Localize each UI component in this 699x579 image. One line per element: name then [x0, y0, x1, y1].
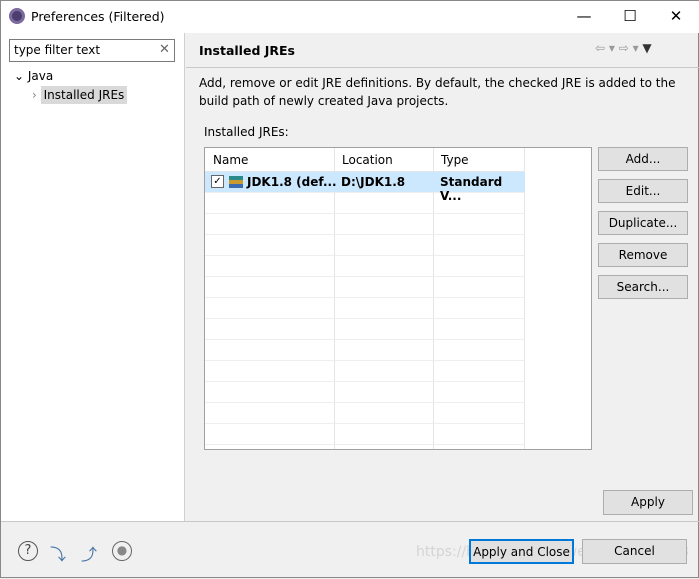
close-button[interactable]: ✕	[653, 1, 699, 33]
remove-button[interactable]: Remove	[598, 243, 688, 267]
duplicate-button[interactable]: Duplicate...	[598, 211, 688, 235]
export-icon[interactable]: ⤴	[79, 541, 99, 564]
cancel-button[interactable]: Cancel	[582, 539, 687, 564]
page-title: Installed JREs	[199, 43, 296, 58]
column-header-location[interactable]: Location	[336, 148, 399, 172]
jre-location: D:\JDK1.8	[341, 175, 406, 189]
tree-label: Java	[27, 69, 54, 83]
edit-button[interactable]: Edit...	[598, 179, 688, 203]
tree-item-java[interactable]: ⌄ Java	[14, 69, 53, 83]
tree-item-installed-jres[interactable]: › Installed JREs	[32, 86, 128, 104]
column-header-type[interactable]: Type	[435, 148, 475, 172]
tree-label: Installed JREs	[40, 86, 128, 104]
apply-button[interactable]: Apply	[603, 490, 693, 515]
table-row[interactable]: ✓ JDK1.8 (def... D:\JDK1.8 Standard V...	[205, 172, 525, 203]
checkbox[interactable]: ✓	[211, 175, 224, 188]
page-description: Add, remove or edit JRE definitions. By …	[199, 76, 676, 108]
search-button[interactable]: Search...	[598, 275, 688, 299]
eclipse-app-icon	[9, 8, 25, 24]
filter-input[interactable]: type filter text	[9, 39, 175, 62]
jre-library-icon	[229, 176, 243, 188]
apply-and-close-button[interactable]: Apply and Close	[469, 539, 574, 564]
jre-name: JDK1.8 (def...	[247, 175, 337, 189]
add-button[interactable]: Add...	[598, 147, 688, 171]
sidebar	[1, 33, 185, 521]
maximize-button[interactable]: ☐	[607, 1, 653, 33]
chevron-right-icon: ›	[32, 88, 37, 102]
nav-back-forward-icons[interactable]: ⇦ ▾ ⇨ ▾ ▼	[595, 41, 652, 55]
window-title: Preferences (Filtered)	[31, 9, 165, 24]
record-icon[interactable]: ●	[112, 541, 132, 561]
help-icon[interactable]: ?	[18, 541, 38, 561]
title-bar: Preferences (Filtered) — ☐ ✕	[1, 1, 699, 33]
separator	[186, 67, 699, 68]
minimize-button[interactable]: —	[561, 1, 607, 33]
import-icon[interactable]: ⤵	[48, 541, 68, 564]
jre-table[interactable]: Name Location Type ✓ JDK1.8 (def... D:\J…	[204, 147, 592, 450]
list-label: Installed JREs:	[204, 125, 289, 139]
chevron-down-icon: ⌄	[14, 69, 25, 83]
clear-filter-icon[interactable]: ✕	[159, 42, 170, 57]
column-header-name[interactable]: Name	[207, 148, 254, 172]
